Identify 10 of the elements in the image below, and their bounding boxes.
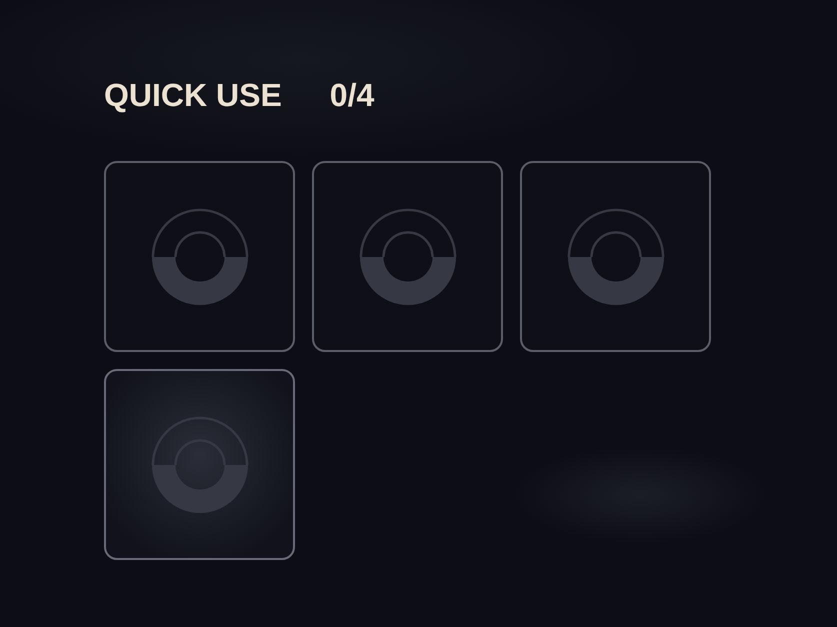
ring-icon — [358, 208, 456, 306]
slot-count: 0/4 — [330, 79, 374, 111]
ring-icon — [150, 208, 248, 306]
quick-use-slot[interactable] — [520, 161, 711, 352]
ring-icon — [150, 416, 248, 514]
section-title: QUICK USE — [104, 79, 282, 111]
quick-use-slot[interactable] — [104, 369, 295, 560]
quick-use-slot[interactable] — [104, 161, 295, 352]
quick-use-slot[interactable] — [312, 161, 503, 352]
ring-icon — [566, 208, 664, 306]
